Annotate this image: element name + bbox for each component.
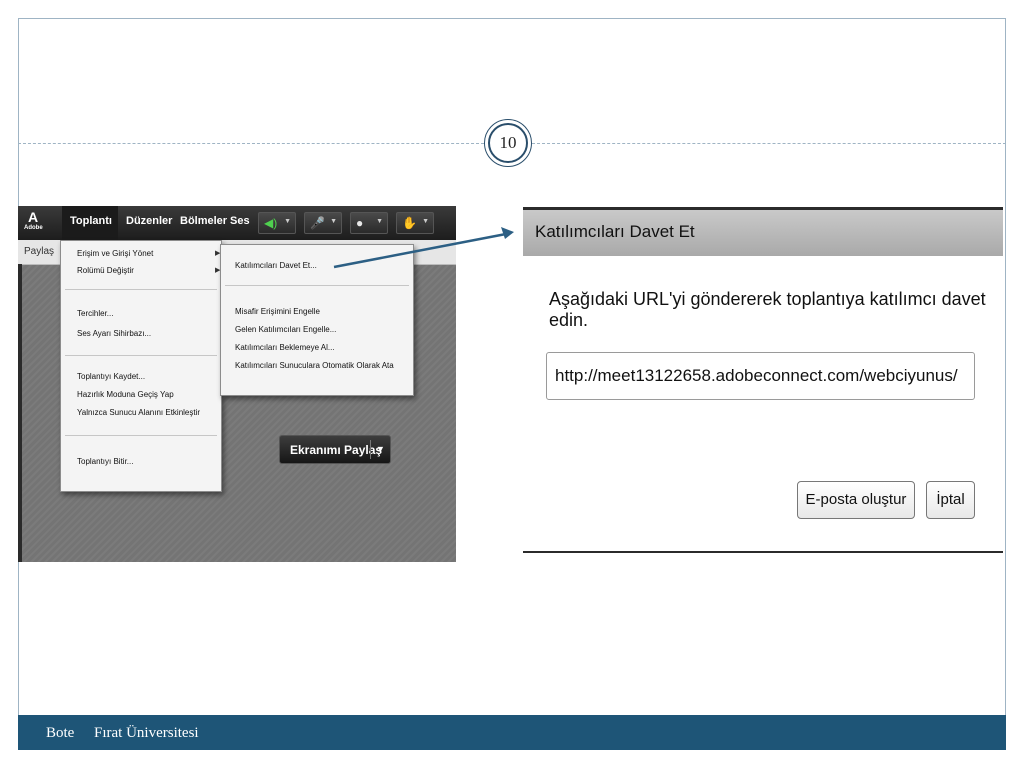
footer-author: Bote xyxy=(46,725,75,741)
meeting-url-value: http://meet13122658.adobeconnect.com/web… xyxy=(555,366,958,385)
footer-institution: Fırat Üniversitesi xyxy=(94,725,199,741)
dialog-message: Aşağıdaki URL'yi göndererek toplantıya k… xyxy=(549,289,986,330)
arrow-head-icon xyxy=(501,227,514,239)
arrow-line xyxy=(333,232,507,269)
cancel-button[interactable]: İptal xyxy=(926,481,975,519)
slide-footer: Bote Fırat Üniversitesi xyxy=(18,715,1006,750)
invite-dialog: Katılımcıları Davet Et Aşağıdaki URL'yi … xyxy=(523,207,1003,553)
dialog-title: Katılımcıları Davet Et xyxy=(535,222,695,241)
dialog-title-bar: Katılımcıları Davet Et xyxy=(523,210,1003,256)
create-email-button[interactable]: E-posta oluştur xyxy=(797,481,915,519)
meeting-url-field[interactable]: http://meet13122658.adobeconnect.com/web… xyxy=(546,352,975,400)
